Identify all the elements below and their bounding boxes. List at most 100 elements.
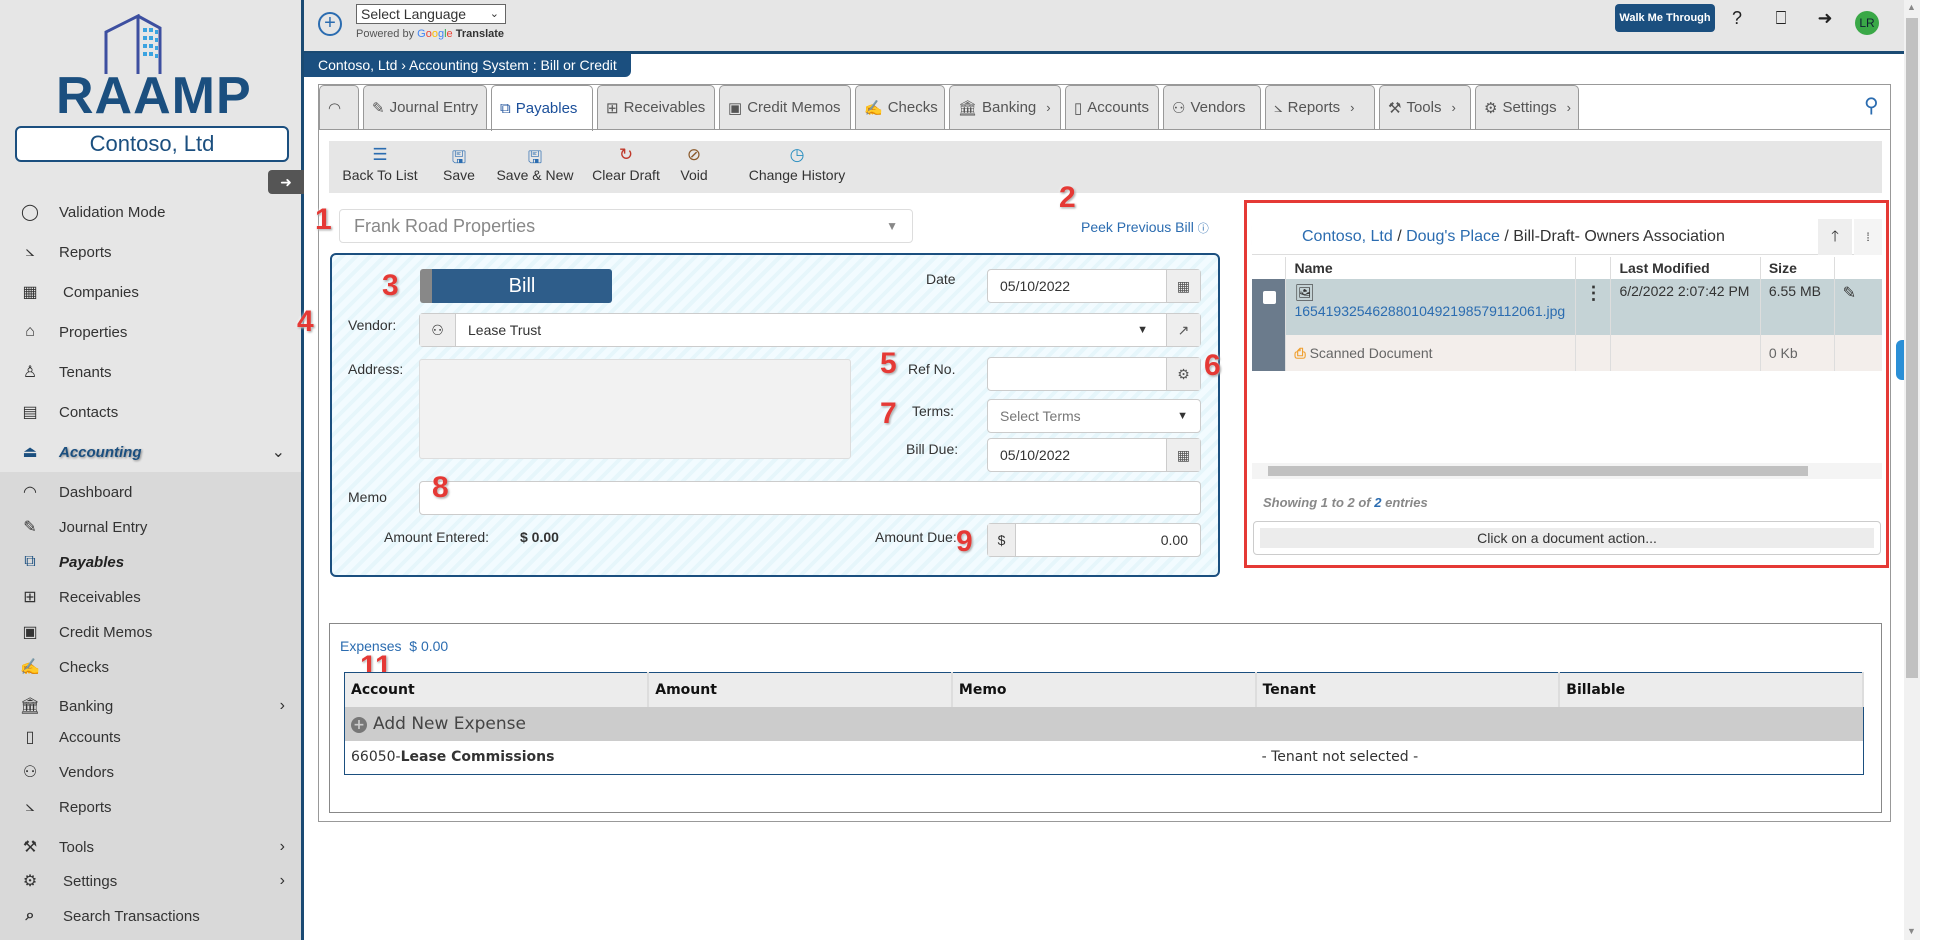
bookmark-icon[interactable]: ⎕ (1769, 6, 1793, 30)
credit-memo-icon: ▣ (22, 624, 38, 641)
sidebar-item-settings[interactable]: ⚙ Settings › (0, 866, 301, 896)
walk-me-through-button[interactable]: Walk Me Through (1615, 4, 1715, 32)
sidebar-item-search-transactions[interactable]: ⌕ Search Transactions (0, 901, 301, 931)
address-textarea[interactable] (419, 359, 851, 459)
tools-icon: ⚒ (1388, 99, 1402, 117)
vertical-scrollbar[interactable]: ▲ ▼ (1904, 0, 1920, 940)
sidebar-item-tools[interactable]: ⚒ Tools › (0, 832, 301, 862)
scroll-down-icon[interactable]: ▼ (1907, 926, 1916, 936)
sidebar-item-validation-mode[interactable]: ◯ Validation Mode (0, 197, 301, 227)
expenses-section: Expenses $ 0.00 11 Account Amount Memo T… (329, 623, 1882, 813)
date-input[interactable]: 05/10/2022 ▦ (987, 269, 1201, 303)
search-icon[interactable]: ⚲ (1864, 93, 1879, 118)
collapse-sidebar-button[interactable]: ➜ (268, 170, 304, 194)
ref-no-input[interactable]: ⚙ (987, 357, 1201, 391)
tab-dashboard[interactable]: ◠ (319, 85, 359, 129)
back-to-list-button[interactable]: ☰ Back To List (341, 145, 419, 183)
tab-banking[interactable]: 🏛 Banking › (949, 85, 1061, 129)
sidebar-item-reports[interactable]: ⦣ Reports (0, 237, 301, 267)
sidebar-item-tenants[interactable]: ♙ Tenants (0, 357, 301, 387)
tab-payables[interactable]: ⧉ Payables (491, 85, 593, 131)
bill-due-input[interactable]: 05/10/2022 ▦ (987, 438, 1201, 472)
address-label: Address: (348, 361, 404, 377)
check-icon: ✍ (864, 99, 883, 117)
horizontal-scrollbar[interactable] (1252, 463, 1882, 479)
sidebar-item-vendors[interactable]: ⚇ Vendors (0, 757, 301, 787)
sidebar-item-contacts[interactable]: ▤ Contacts (0, 397, 301, 427)
ref-no-label: Ref No. (908, 361, 956, 377)
tab-tools[interactable]: ⚒ Tools › (1379, 85, 1471, 129)
user-avatar[interactable]: LR (1855, 11, 1879, 35)
accounting-icon: ⏏ (22, 444, 38, 461)
amount-due-input[interactable]: $ 0.00 (987, 523, 1201, 557)
receivables-icon: ⊞ (606, 99, 619, 117)
vendors-icon: ⚇ (1172, 99, 1186, 117)
add-new-expense-row[interactable]: + Add New Expense (344, 706, 1863, 741)
bill-credit-toggle[interactable]: Bill (420, 269, 612, 303)
scrollbar-thumb[interactable] (1906, 18, 1918, 678)
kebab-menu-icon[interactable]: ⋮ (1584, 283, 1602, 303)
document-link[interactable]: 16541932546288010492198579112061.jpg (1294, 303, 1565, 319)
sidebar-item-accounts[interactable]: ▯ Accounts (0, 722, 301, 752)
table-row[interactable]: 66050-Lease Commissions - Tenant not sel… (345, 741, 1864, 775)
void-button[interactable]: ⊘ Void (679, 145, 709, 183)
add-circle-icon[interactable]: + (318, 12, 342, 36)
sidebar-item-dashboard[interactable]: ◠ Dashboard (0, 477, 301, 507)
sidebar-item-acct-reports[interactable]: ⦣ Reports (0, 792, 301, 822)
sidebar: RAAMP Contoso, Ltd ➜ ◯ Validation Mode ⦣ R… (0, 0, 304, 940)
terms-select[interactable]: Select Terms ▼ (987, 399, 1201, 433)
logout-icon[interactable]: ➜ (1813, 6, 1837, 30)
calendar-icon[interactable]: ▦ (1166, 439, 1200, 471)
chart-line-icon: ⦣ (1274, 99, 1283, 116)
tab-vendors[interactable]: ⚇ Vendors (1163, 85, 1261, 129)
arrow-up-icon[interactable]: 🡑 (1818, 219, 1852, 255)
sidebar-item-checks[interactable]: ✍ Checks (0, 652, 301, 682)
sidebar-item-banking[interactable]: 🏛 Banking › (0, 691, 301, 721)
tab-accounts[interactable]: ▯ Accounts (1065, 85, 1159, 129)
property-select[interactable]: Frank Road Properties ▼ (339, 209, 913, 243)
cogs-icon[interactable]: ⚙ (1166, 358, 1200, 390)
tab-credit-memos[interactable]: ▣ Credit Memos (719, 85, 851, 129)
list-item[interactable]: ⎙ Scanned Document 0 Kb (1252, 335, 1882, 371)
bill-form: 3 Bill Date 05/10/2022 ▦ Vendor: ⚇ Lease … (330, 253, 1221, 577)
sidebar-item-receivables[interactable]: ⊞ Receivables (0, 582, 301, 612)
external-link-icon[interactable]: ↗ (1166, 314, 1200, 346)
scroll-up-icon[interactable]: ▲ (1907, 2, 1916, 12)
vendor-select[interactable]: ⚇ Lease Trust ▼ ↗ (419, 313, 1201, 347)
sidebar-item-accounting[interactable]: ⏏ Accounting ⌄ (0, 437, 301, 467)
grid-view-icon[interactable]: ⁞ (1854, 219, 1882, 255)
document-action-bar[interactable]: Click on a document action... (1253, 521, 1881, 555)
company-name[interactable]: Contoso, Ltd (15, 126, 289, 162)
tab-journal-entry[interactable]: ✎ Journal Entry (363, 85, 487, 129)
save-button[interactable]: 🖫 Save (439, 145, 479, 183)
save-new-button[interactable]: 🖫 Save & New (495, 145, 575, 183)
sidebar-item-companies[interactable]: ▦ Companies (0, 277, 301, 307)
list-item[interactable]: 🖼 16541932546288010492198579112061.jpg ⋮ … (1252, 279, 1882, 335)
expenses-header-row: Account Amount Memo Tenant Billable (344, 672, 1864, 707)
sidebar-item-credit-memos[interactable]: ▣ Credit Memos (0, 617, 301, 647)
sidebar-item-properties[interactable]: ⌂ Properties (0, 317, 301, 347)
annotation-8: 8 (432, 471, 449, 504)
tab-reports[interactable]: ⦣ Reports › (1265, 85, 1375, 129)
peek-previous-bill-link[interactable]: Peek Previous Bill ⓘ (1081, 219, 1209, 236)
gauge-icon: ◠ (328, 99, 342, 117)
scrollbar-thumb[interactable] (1268, 466, 1808, 476)
tab-receivables[interactable]: ⊞ Receivables (597, 85, 715, 129)
tab-settings[interactable]: ⚙ Settings › (1475, 85, 1579, 129)
tab-checks[interactable]: ✍ Checks (855, 85, 945, 129)
annotation-5: 5 (880, 347, 897, 380)
expenses-header[interactable]: Expenses $ 0.00 (340, 638, 448, 654)
edit-icon[interactable]: ✎ (1843, 285, 1856, 302)
path-property-link[interactable]: Doug's Place (1406, 228, 1500, 245)
sidebar-item-payables[interactable]: ⧉ Payables (0, 547, 301, 577)
language-select[interactable]: Select Language ⌄ (356, 4, 506, 24)
amount-entered-value: $ 0.00 (520, 529, 559, 545)
sidebar-item-journal-entry[interactable]: ✎ Journal Entry (0, 512, 301, 542)
clear-draft-button[interactable]: ↻ Clear Draft (591, 145, 661, 183)
row-checkbox[interactable] (1263, 291, 1276, 304)
help-icon[interactable]: ? (1725, 6, 1749, 30)
memo-input[interactable] (419, 481, 1201, 515)
path-company-link[interactable]: Contoso, Ltd (1302, 228, 1393, 245)
change-history-button[interactable]: ◷ Change History (747, 145, 847, 183)
calendar-icon[interactable]: ▦ (1166, 270, 1200, 302)
